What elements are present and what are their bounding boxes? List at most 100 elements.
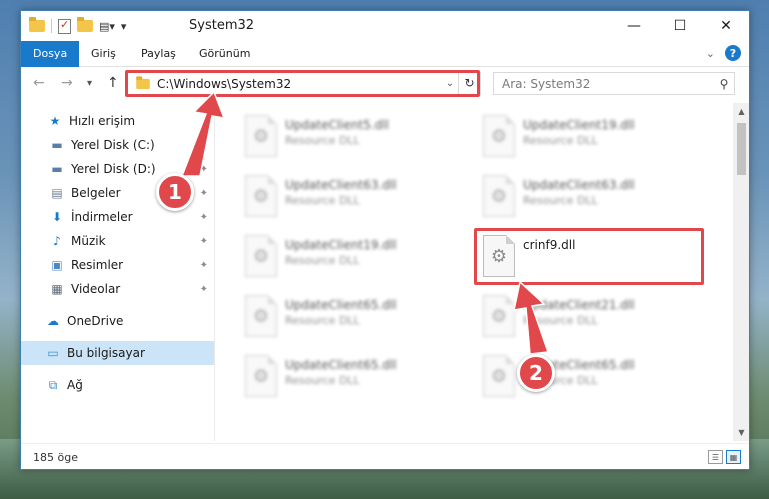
tab-paylas[interactable]: Paylaş: [129, 41, 188, 67]
sidebar-item-this-pc[interactable]: ▭ Bu bilgisayar: [21, 341, 214, 365]
file-item[interactable]: ⚙ UpdateClient5.dll Resource DLL: [241, 115, 471, 167]
navigation-pane: ★ Hızlı erişim ▬ Yerel Disk (C:) ✦ ▬ Yer…: [21, 103, 214, 441]
tab-gorunum[interactable]: Görünüm: [187, 41, 262, 67]
view-switcher: ☰ ▦: [708, 450, 741, 464]
dll-file-icon: ⚙: [483, 355, 515, 397]
sidebar-item-onedrive[interactable]: ☁ OneDrive: [21, 309, 214, 333]
pin-icon[interactable]: ✦: [200, 260, 208, 271]
item-count: 185 öge: [33, 451, 78, 464]
details-view-icon[interactable]: ☰: [708, 450, 723, 464]
new-folder-icon[interactable]: [77, 17, 93, 32]
pin-icon[interactable]: ✦: [200, 188, 208, 199]
file-item[interactable]: ⚙ UpdateClient65.dll Resource DLL: [241, 295, 471, 347]
pin-icon[interactable]: ✦: [200, 284, 208, 295]
help-icon[interactable]: ?: [725, 45, 741, 61]
sidebar-item-label: Belgeler: [71, 186, 121, 200]
sidebar-item-label: Videolar: [71, 282, 121, 296]
dll-file-icon: ⚙: [245, 355, 277, 397]
file-item[interactable]: ⚙ UpdateClient19.dll Resource DLL: [479, 115, 709, 167]
ribbon-tabs: Dosya Giriş Paylaş Görünüm ⌄ ?: [21, 41, 749, 67]
search-box[interactable]: Ara: System32 ⚲: [493, 72, 735, 95]
ribbon-right-controls: ⌄ ?: [706, 45, 741, 61]
back-arrow-icon[interactable]: ←: [33, 75, 45, 91]
recent-locations-icon[interactable]: ▾: [87, 78, 92, 89]
computer-icon: ▭: [47, 346, 59, 360]
sidebar-item-label: İndirmeler: [71, 210, 133, 224]
file-item[interactable]: ⚙ UpdateClient19.dll Resource DLL: [241, 235, 471, 287]
sidebar-item-videolar[interactable]: ▦ Videolar ✦: [21, 277, 214, 301]
file-name: UpdateClient63.dll: [523, 178, 635, 192]
search-input[interactable]: Ara: System32: [502, 77, 714, 91]
scrollbar-thumb[interactable]: [737, 123, 746, 175]
dll-file-icon: ⚙: [245, 175, 277, 217]
window-controls: — ☐ ✕: [611, 11, 749, 41]
sidebar-item-disk-c[interactable]: ▬ Yerel Disk (C:) ✦: [21, 133, 214, 157]
music-icon: ♪: [53, 234, 61, 248]
toolbar-divider: [51, 19, 52, 33]
file-name: UpdateClient65.dll: [285, 298, 397, 312]
file-item[interactable]: ⚙ UpdateClient21.dll Resource DLL: [479, 295, 709, 347]
search-icon[interactable]: ⚲: [714, 77, 734, 91]
sidebar-item-network[interactable]: ⧉ Ağ: [21, 373, 214, 397]
close-button[interactable]: ✕: [703, 11, 749, 41]
tab-giris[interactable]: Giriş: [79, 41, 128, 67]
sidebar-item-quick-access[interactable]: ★ Hızlı erişim: [21, 109, 214, 133]
properties-icon[interactable]: [58, 18, 71, 34]
file-item[interactable]: ⚙ UpdateClient63.dll Resource DLL: [479, 175, 709, 227]
dll-file-icon: ⚙: [483, 175, 515, 217]
drive-icon: ▬: [51, 138, 63, 152]
sidebar-item-label: OneDrive: [67, 314, 124, 328]
customize-toolbar-icon[interactable]: ▤▾: [99, 20, 115, 33]
dll-file-icon: ⚙: [245, 235, 277, 277]
toolbar-dropdown-icon[interactable]: ▾: [121, 20, 127, 33]
chevron-up-icon[interactable]: ⌄: [706, 47, 715, 60]
step-badge-1: 1: [156, 173, 194, 211]
dll-file-icon: ⚙: [483, 295, 515, 337]
file-type: Resource DLL: [523, 314, 598, 327]
file-name: UpdateClient63.dll: [285, 178, 397, 192]
up-arrow-icon[interactable]: ↑: [107, 75, 119, 91]
sidebar-item-muzik[interactable]: ♪ Müzik ✦: [21, 229, 214, 253]
pane-divider: [214, 103, 215, 441]
scroll-up-icon[interactable]: ▲: [733, 103, 749, 120]
window-title: System32: [189, 18, 255, 33]
file-item[interactable]: ⚙ UpdateClient65.dll Resource DLL: [479, 355, 709, 407]
star-icon: ★: [49, 114, 61, 128]
file-name: UpdateClient19.dll: [523, 118, 635, 132]
file-item[interactable]: ⚙ UpdateClient65.dll Resource DLL: [241, 355, 471, 407]
quick-access-toolbar: ▤▾ ▾: [29, 17, 126, 35]
vertical-scrollbar[interactable]: ▲ ▼: [733, 103, 749, 441]
file-type: Resource DLL: [523, 194, 598, 207]
cloud-icon: ☁: [47, 314, 59, 328]
sidebar-item-label: Hızlı erişim: [69, 114, 136, 128]
download-icon: ⬇: [51, 210, 63, 224]
minimize-button[interactable]: —: [611, 11, 657, 41]
sidebar-item-indirmeler[interactable]: ⬇ İndirmeler ✦: [21, 205, 214, 229]
pin-icon[interactable]: ✦: [200, 236, 208, 247]
file-type: Resource DLL: [285, 194, 360, 207]
status-bar: 185 öge ☰ ▦: [21, 443, 749, 469]
tab-dosya[interactable]: Dosya: [21, 41, 80, 67]
file-item[interactable]: ⚙ UpdateClient63.dll Resource DLL: [241, 175, 471, 227]
sidebar-item-resimler[interactable]: ▣ Resimler ✦: [21, 253, 214, 277]
sidebar-item-label: Ağ: [67, 378, 83, 392]
maximize-button[interactable]: ☐: [657, 11, 703, 41]
pictures-icon: ▣: [51, 258, 63, 272]
title-bar: ▤▾ ▾ System32 — ☐ ✕: [21, 11, 749, 41]
file-highlight: [474, 228, 704, 285]
scroll-down-icon[interactable]: ▼: [733, 424, 749, 441]
forward-arrow-icon[interactable]: →: [61, 75, 73, 91]
file-type: Resource DLL: [285, 254, 360, 267]
address-bar-highlight: [125, 70, 480, 97]
file-name: UpdateClient21.dll: [523, 298, 635, 312]
tiles-view-icon[interactable]: ▦: [726, 450, 741, 464]
file-type: Resource DLL: [285, 314, 360, 327]
pin-icon[interactable]: ✦: [200, 212, 208, 223]
step-badge-2: 2: [517, 354, 555, 392]
folder-icon: [29, 17, 45, 32]
file-type: Resource DLL: [523, 134, 598, 147]
dll-file-icon: ⚙: [245, 295, 277, 337]
pin-icon[interactable]: ✦: [200, 140, 208, 151]
file-name: UpdateClient5.dll: [285, 118, 389, 132]
pin-icon[interactable]: ✦: [200, 164, 208, 175]
